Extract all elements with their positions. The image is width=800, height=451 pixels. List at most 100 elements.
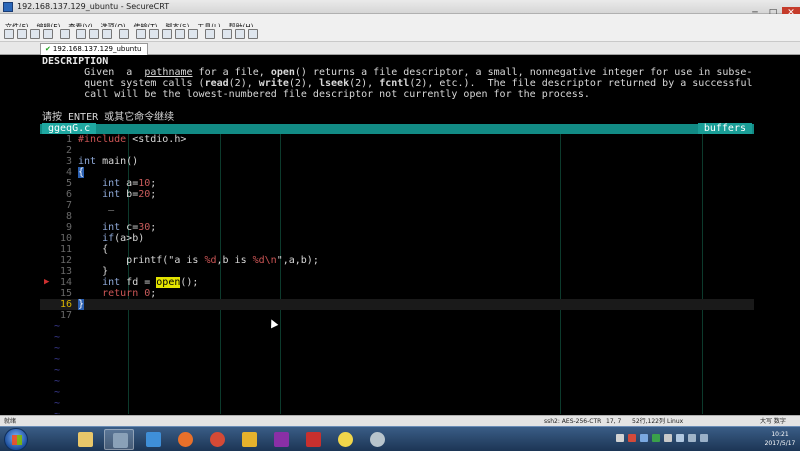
code-line[interactable]: 1 #include <stdio.h> (40, 134, 754, 145)
taskbar-cloud[interactable] (138, 429, 168, 450)
line-number: 2 (65, 145, 72, 156)
taskbar-tool[interactable] (362, 429, 392, 450)
empty-buffer-line: ~ (40, 343, 754, 354)
sftp-icon[interactable] (162, 29, 172, 39)
connect-tab-icon[interactable] (30, 29, 40, 39)
toolbar (0, 27, 800, 42)
volume-tray-icon[interactable] (676, 434, 684, 442)
taskbar-onenote[interactable] (266, 429, 296, 450)
right-margin (754, 56, 800, 414)
status-size: 52行,122列 (632, 418, 665, 425)
quick-connect-icon[interactable] (17, 29, 27, 39)
line-source: _ (78, 200, 115, 211)
line-source: int a=10; (102, 178, 157, 189)
lightbulb-icon (338, 432, 353, 447)
taskbar-app[interactable] (234, 429, 264, 450)
taskbar-firefox[interactable] (170, 429, 200, 450)
tilde-marker: ~ (54, 332, 61, 343)
status-ready: 就绪 (4, 418, 17, 425)
display-tray-icon[interactable] (688, 434, 696, 442)
script-icon[interactable] (222, 29, 232, 39)
taskbar-clock[interactable]: 10:21 2017/5/17 (760, 430, 800, 448)
code-line[interactable]: 5 int a=10; (40, 178, 754, 189)
continue-prompt: 请按 ENTER 或其它命令继续 (42, 112, 175, 123)
code-line[interactable]: 6 int b=20; (40, 189, 754, 200)
line-number: 5 (65, 178, 72, 189)
line-source: { (78, 244, 109, 255)
tilde-marker: ~ (54, 343, 61, 354)
code-line[interactable]: 11 { (40, 244, 754, 255)
empty-buffer-line: ~ (40, 387, 754, 398)
taskbar-xshell[interactable] (298, 429, 328, 450)
paste-icon[interactable] (89, 29, 99, 39)
global-options-icon[interactable] (149, 29, 159, 39)
clock-time: 10:21 (771, 431, 789, 438)
tilde-marker: ~ (54, 409, 60, 414)
copy-icon[interactable] (76, 29, 86, 39)
log-icon[interactable] (248, 29, 258, 39)
taskbar-chrome[interactable] (202, 429, 232, 450)
code-line[interactable]: 2 (40, 145, 754, 156)
window-controls: ─ □ ✕ (746, 0, 800, 19)
session-options-icon[interactable] (136, 29, 146, 39)
line-source: } (78, 266, 109, 277)
code-line[interactable]: 3 int main() (40, 156, 754, 167)
session-tab[interactable]: ✔ 192.168.137.129_ubuntu (40, 43, 149, 55)
securecrt-app-icon (3, 2, 13, 12)
code-line[interactable]: 10 if(a>b) (40, 233, 754, 244)
code-line[interactable]: 17 (40, 310, 754, 321)
firefox-icon (178, 432, 193, 447)
line-source: if(a>b) (102, 233, 145, 244)
cloud-icon (146, 432, 161, 447)
flag-tray-icon[interactable] (664, 434, 672, 442)
help-icon[interactable] (205, 29, 215, 39)
globe-icon[interactable] (235, 29, 245, 39)
buffer-filename-tab[interactable]: ggeqG.c (42, 123, 97, 134)
tilde-marker: ~ (54, 354, 61, 365)
code-line[interactable]: 9 int c=30; (40, 222, 754, 233)
taskbar-bulb[interactable] (330, 429, 360, 450)
man-line-1: Given a pathname for a file, open() retu… (42, 67, 753, 78)
network-tray-icon[interactable] (640, 434, 648, 442)
keymap-icon[interactable] (175, 29, 185, 39)
tilde-marker: ~ (54, 365, 61, 376)
taskbar-explorer[interactable] (70, 429, 100, 450)
line-number: 15 (59, 288, 72, 299)
line-number: 14 (59, 277, 72, 288)
code-line[interactable]: 13 } (40, 266, 754, 277)
help-tray-icon[interactable] (616, 434, 624, 442)
reconnect-icon[interactable] (43, 29, 53, 39)
code-line[interactable]: 4{ (40, 167, 754, 178)
terminal-icon (113, 433, 128, 448)
line-source: int fd = open(); (102, 277, 199, 288)
code-line[interactable]: 16} (40, 299, 754, 310)
connected-check-icon: ✔ (45, 45, 51, 53)
status-bar: 就绪 ssh2: AES-256-CTR 17, 7 52行,122列 Linu… (0, 415, 800, 426)
connect-icon[interactable] (4, 29, 14, 39)
man-line-2: quent system calls (read(2), write(2), l… (42, 78, 753, 89)
line-number: 11 (59, 244, 72, 255)
line-number: 7 (65, 200, 72, 211)
vim-buffer-bar: ggeqG.c buffers (40, 123, 754, 134)
menubar: 文件(F)编辑(E)查看(V)选项(O)传输(T)脚本(S)工具(L)帮助(H) (0, 14, 800, 31)
notify-tray-icon[interactable] (628, 434, 636, 442)
terminal-area[interactable]: DESCRIPTION Given a pathname for a file,… (40, 56, 754, 414)
code-line[interactable]: 7 _ (40, 200, 754, 211)
settings-gear-icon[interactable] (188, 29, 198, 39)
line-source: printf("a is %d,b is %d\n",a,b); (78, 255, 319, 266)
code-line[interactable]: ▶ 14 int fd = open(); (40, 277, 754, 288)
line-source: { (78, 167, 85, 178)
session-tab-label: 192.168.137.129_ubuntu (52, 45, 142, 53)
line-number: 12 (59, 255, 72, 266)
start-button[interactable] (4, 428, 28, 451)
line-number: 17 (59, 310, 72, 321)
print-icon[interactable] (119, 29, 129, 39)
taskbar-securecrt[interactable] (104, 429, 134, 450)
disconnect-icon[interactable] (60, 29, 70, 39)
input-tray-icon[interactable] (700, 434, 708, 442)
code-line[interactable]: 12 printf("a is %d,b is %d\n",a,b); (40, 255, 754, 266)
code-line[interactable]: 15 return 0; (40, 288, 754, 299)
code-line[interactable]: 8 (40, 211, 754, 222)
security-tray-icon[interactable] (652, 434, 660, 442)
find-icon[interactable] (102, 29, 112, 39)
